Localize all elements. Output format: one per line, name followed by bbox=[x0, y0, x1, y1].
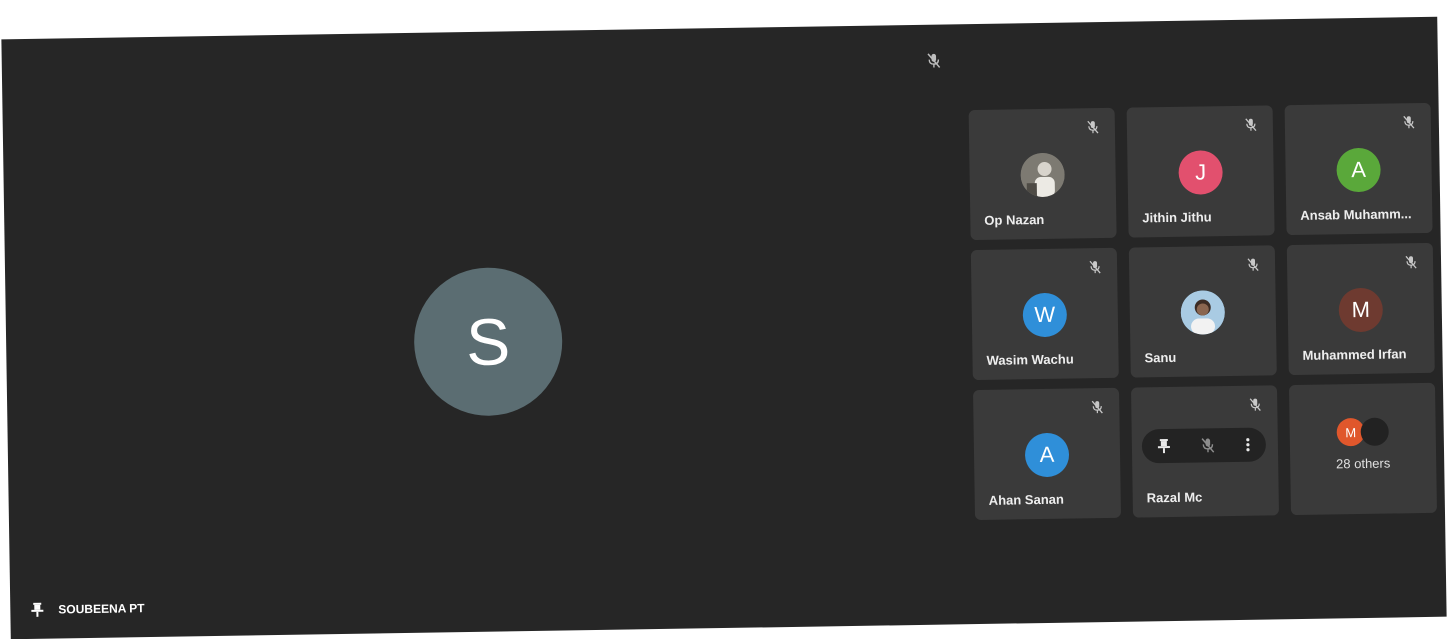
others-count-label: 28 others bbox=[1290, 455, 1436, 472]
participant-avatar: A bbox=[1025, 433, 1070, 478]
participant-name: Op Nazan bbox=[984, 211, 1108, 228]
participant-avatar bbox=[1020, 153, 1065, 198]
others-group: M 28 others bbox=[1290, 417, 1437, 472]
avatar-photo bbox=[1020, 153, 1065, 198]
meeting-stage: S Op Nazan bbox=[1, 17, 1446, 639]
mic-off-icon bbox=[1245, 118, 1257, 132]
mic-off-icon bbox=[1089, 260, 1101, 274]
more-vert-icon[interactable] bbox=[1245, 437, 1251, 453]
participant-avatar bbox=[1180, 290, 1225, 335]
participant-tile[interactable]: Sanu bbox=[1129, 245, 1277, 377]
participant-tile[interactable]: A Ansab Muhamm... bbox=[1285, 103, 1433, 235]
mic-off-icon bbox=[1091, 400, 1103, 414]
participant-name: Sanu bbox=[1144, 348, 1268, 365]
pin-icon[interactable] bbox=[30, 601, 44, 619]
participant-avatar: J bbox=[1178, 150, 1223, 195]
participant-avatar: M bbox=[1338, 288, 1383, 333]
participant-avatar: W bbox=[1022, 293, 1067, 338]
avatar-photo bbox=[1180, 290, 1225, 335]
participant-name: Ansab Muhamm... bbox=[1300, 206, 1424, 223]
others-avatar bbox=[1360, 418, 1388, 446]
main-speaker-avatar: S bbox=[413, 267, 563, 417]
participant-name: Razal Mc bbox=[1147, 488, 1271, 505]
pin-icon[interactable] bbox=[1157, 438, 1171, 454]
participant-name: Jithin Jithu bbox=[1142, 208, 1266, 225]
participant-tile[interactable]: J Jithin Jithu bbox=[1127, 105, 1275, 237]
participant-name: Muhammed Irfan bbox=[1302, 346, 1426, 363]
participant-name: Ahan Sanan bbox=[989, 491, 1113, 508]
mic-off-icon bbox=[1249, 398, 1261, 412]
participant-tile[interactable]: Op Nazan bbox=[969, 108, 1117, 240]
mic-off-icon[interactable] bbox=[1201, 437, 1215, 453]
participant-avatar: A bbox=[1336, 148, 1381, 193]
participant-tile[interactable]: W Wasim Wachu bbox=[971, 248, 1119, 380]
mic-off-icon bbox=[1405, 255, 1417, 269]
mic-off-icon bbox=[1087, 120, 1099, 134]
participant-tile[interactable]: A Ahan Sanan bbox=[973, 388, 1121, 520]
mic-off-icon bbox=[1247, 258, 1259, 272]
participant-grid: Op Nazan J Jithin Jithu A Ansab Muhamm..… bbox=[969, 103, 1437, 522]
others-avatar-stack: M bbox=[1336, 418, 1388, 447]
others-tile[interactable]: M 28 others bbox=[1289, 383, 1437, 515]
participant-tile[interactable]: M Muhammed Irfan bbox=[1287, 243, 1435, 375]
mic-off-icon bbox=[1403, 115, 1415, 129]
tile-hover-controls bbox=[1142, 428, 1267, 464]
pinned-speaker-name: SOUBEENA PT bbox=[58, 601, 144, 616]
participant-tile[interactable]: Razal Mc bbox=[1131, 385, 1279, 517]
mic-off-icon bbox=[927, 53, 941, 69]
pinned-speaker-label: SOUBEENA PT bbox=[30, 599, 145, 619]
participant-name: Wasim Wachu bbox=[986, 351, 1110, 368]
